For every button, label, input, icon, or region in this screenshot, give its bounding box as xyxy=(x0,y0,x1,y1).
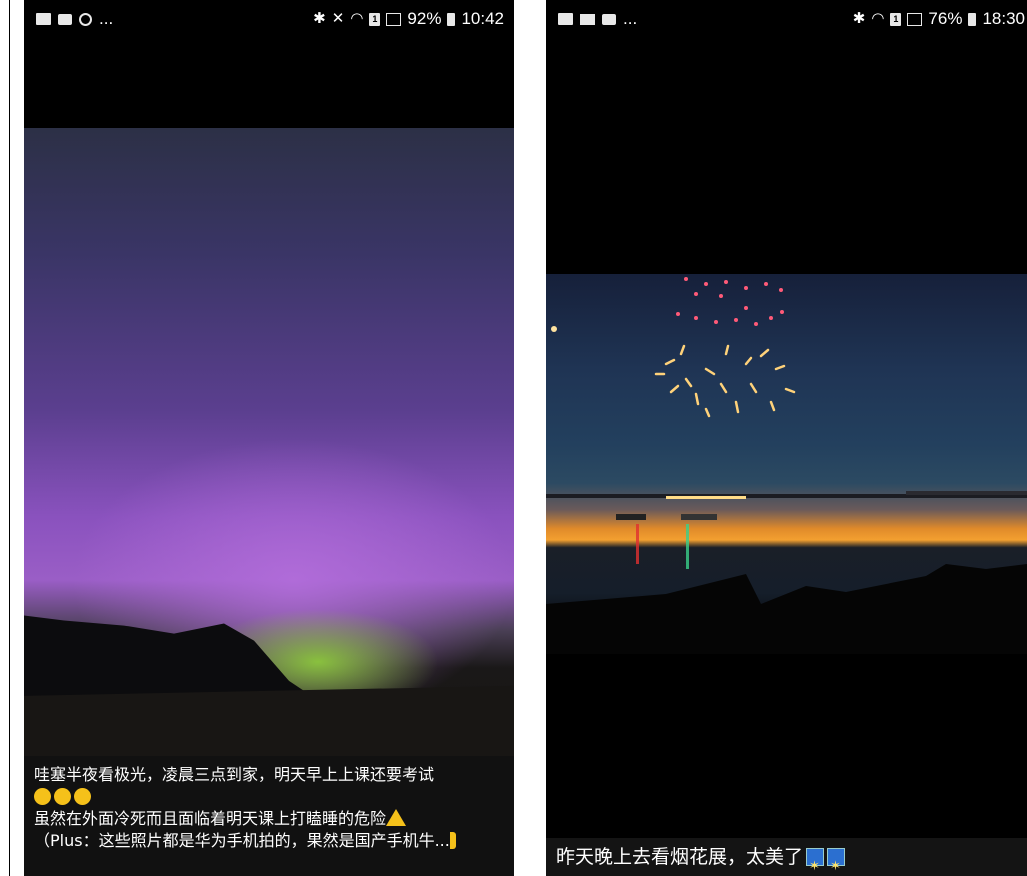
signal-icon xyxy=(386,12,402,26)
warning-icon xyxy=(386,809,407,826)
fireworks-emoji-icon xyxy=(806,848,825,876)
battery-percent: 76% xyxy=(928,9,963,28)
battery-percent: 92% xyxy=(407,9,442,28)
message-icon xyxy=(58,13,72,25)
light-point xyxy=(551,326,557,332)
fireworks-emoji-icon xyxy=(827,848,846,876)
firework-burst-red xyxy=(676,277,784,326)
post-caption: 哇塞半夜看极光，凌晨三点到家，明天早上上课还要考试 虽然在外面冷死而且面临着明天… xyxy=(24,756,514,876)
thinking-emoji-icon xyxy=(54,788,71,805)
sim-icon: 1 xyxy=(890,12,902,26)
firework-burst-gold xyxy=(654,344,796,418)
thinking-emoji-icon xyxy=(74,788,91,805)
left-phone-screenshot: ... ✱ ✕ ◠ 1 92% 10:42 哇塞半夜看极光，凌晨三点到家，明天早… xyxy=(24,0,514,876)
caption-line: （Plus：这些照片都是华为手机拍的，果然是国产手机牛... xyxy=(34,830,504,852)
wifi-icon: ◠ xyxy=(350,10,364,27)
caption-line: 虽然在外面冷死而且面临着明天课上打瞌睡的危险 xyxy=(34,808,504,830)
image-icon xyxy=(558,13,573,25)
mute-icon: ✕ xyxy=(331,10,345,27)
right-phone-screenshot: ... ✱ ◠ 1 76% 18:30 昨天晚上去看烟花展，太美了✶✶ xyxy=(546,0,1027,876)
water-reflections xyxy=(616,514,717,569)
wifi-icon: ◠ xyxy=(871,10,885,27)
mail-icon xyxy=(580,13,595,25)
aurora-photo[interactable] xyxy=(24,128,514,756)
emoji-icon xyxy=(449,832,456,849)
crowd-silhouette xyxy=(546,564,1027,654)
battery-icon xyxy=(968,12,977,26)
message-icon xyxy=(602,13,616,25)
more-notifications: ... xyxy=(99,9,114,28)
fireworks-scene xyxy=(546,277,1027,654)
caption-text: 昨天晚上去看烟花展，太美了 xyxy=(556,846,804,868)
image-icon xyxy=(36,13,51,25)
horizon-lights xyxy=(546,491,1027,499)
more-notifications: ... xyxy=(623,9,638,28)
post-caption: 昨天晚上去看烟花展，太美了 xyxy=(546,838,1027,876)
clock: 18:30 xyxy=(982,9,1025,28)
sim-icon: 1 xyxy=(369,12,381,26)
status-bar: ... ✱ ✕ ◠ 1 92% 10:42 xyxy=(24,0,514,40)
divider-line xyxy=(9,0,10,876)
bluetooth-icon: ✱ xyxy=(313,10,326,27)
fireworks-photo[interactable] xyxy=(546,274,1027,654)
mountain-silhouette xyxy=(24,615,514,756)
battery-icon xyxy=(447,12,456,26)
status-bar: ... ✱ ◠ 1 76% 18:30 xyxy=(546,0,1027,40)
caption-emoji-row xyxy=(34,786,504,808)
whatsapp-icon xyxy=(79,12,92,26)
bluetooth-icon: ✱ xyxy=(852,10,866,27)
caption-line: 哇塞半夜看极光，凌晨三点到家，明天早上上课还要考试 xyxy=(34,765,435,784)
thinking-emoji-icon xyxy=(34,788,51,805)
clock: 10:42 xyxy=(461,9,504,28)
signal-icon xyxy=(907,12,923,26)
